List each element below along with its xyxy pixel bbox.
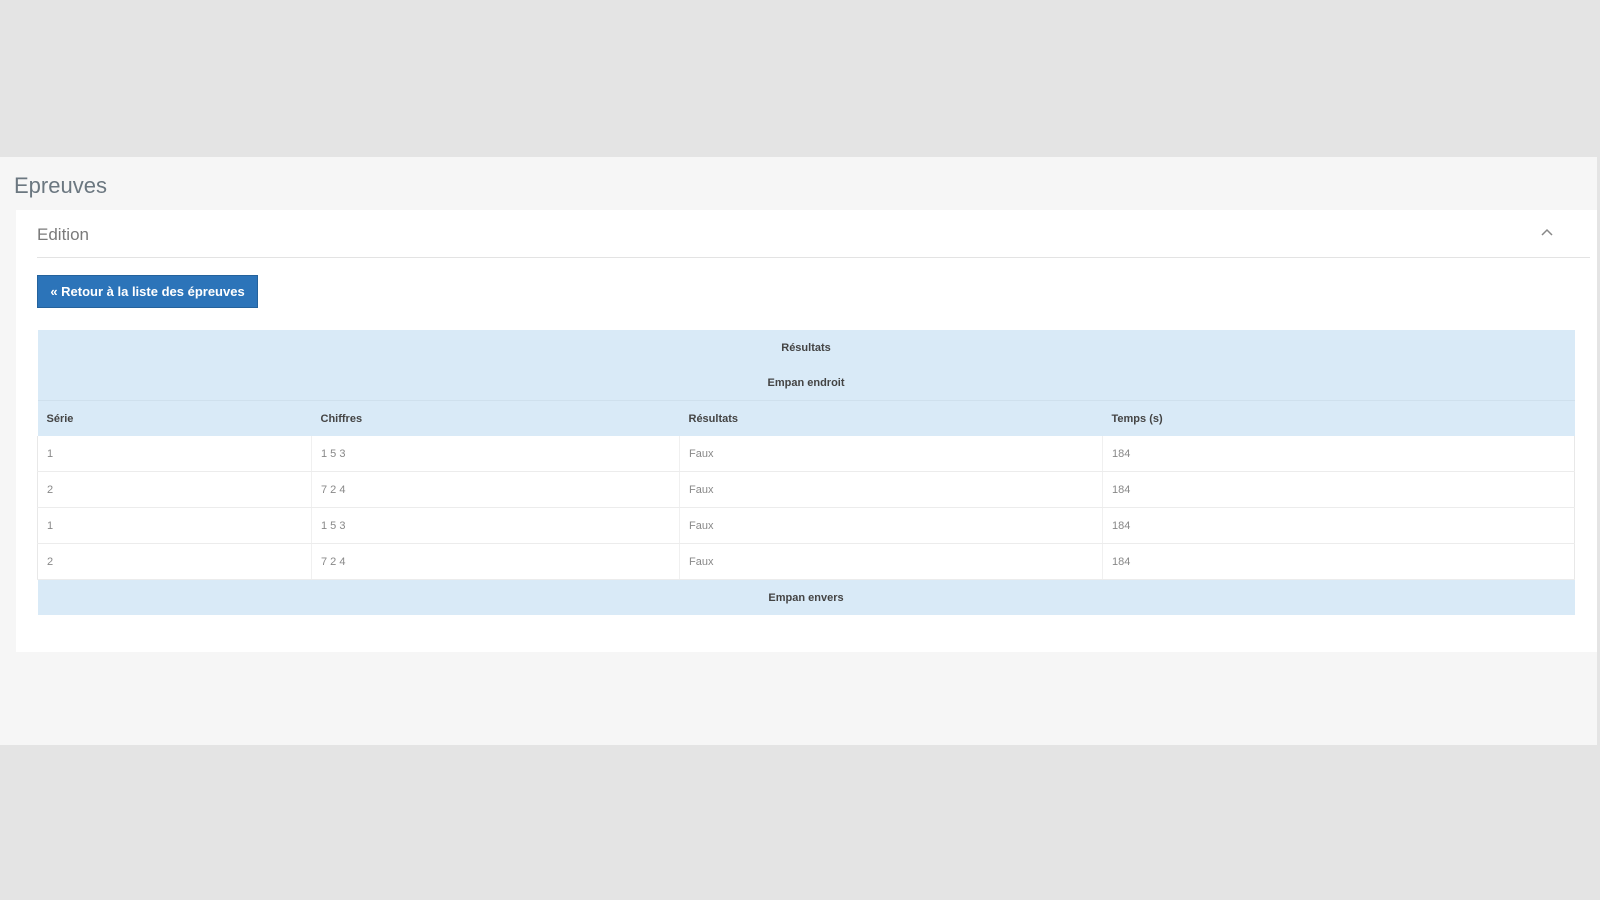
page-content: Epreuves Edition « Retour à la liste des… (0, 157, 1597, 745)
footer-section-title: Empan envers (37, 579, 1575, 615)
column-header-serie: Série (37, 400, 312, 436)
panel-header: Edition (37, 210, 1590, 258)
cell-serie: 2 (37, 471, 312, 508)
cell-serie: 2 (37, 543, 312, 580)
table-row: 2 7 2 4 Faux 184 (37, 471, 1576, 508)
chevron-up-icon[interactable] (1540, 226, 1554, 240)
cell-resultat: Faux (679, 507, 1103, 544)
cell-temps: 184 (1101, 471, 1576, 508)
panel-title: Edition (37, 225, 89, 244)
table-row: 1 1 5 3 Faux 184 (37, 436, 1576, 472)
column-header-chiffres: Chiffres (311, 400, 680, 436)
page-title: Epreuves (14, 173, 107, 198)
cell-serie: 1 (37, 507, 312, 544)
cell-chiffres: 1 5 3 (311, 507, 680, 544)
table-caption-row: Résultats (37, 330, 1575, 365)
cell-chiffres: 7 2 4 (311, 471, 680, 508)
section-title: Empan endroit (37, 365, 1575, 401)
column-header-resultats: Résultats (679, 400, 1103, 436)
edition-panel: Edition « Retour à la liste des épreuves… (16, 210, 1597, 652)
cell-resultat: Faux (679, 471, 1103, 508)
cell-chiffres: 1 5 3 (311, 436, 680, 472)
footer-section-row: Empan envers (37, 579, 1575, 615)
table-row: 2 7 2 4 Faux 184 (37, 543, 1576, 580)
table-caption: Résultats (37, 330, 1575, 365)
cell-resultat: Faux (679, 436, 1103, 472)
cell-temps: 184 (1101, 436, 1576, 472)
section-title-row: Empan endroit (37, 365, 1575, 401)
cell-resultat: Faux (679, 543, 1103, 580)
table-header-row: Série Chiffres Résultats Temps (s) (37, 400, 1575, 436)
cell-chiffres: 7 2 4 (311, 543, 680, 580)
cell-temps: 184 (1101, 507, 1576, 544)
cell-temps: 184 (1101, 543, 1576, 580)
column-header-temps: Temps (s) (1102, 400, 1575, 436)
back-to-list-button[interactable]: « Retour à la liste des épreuves (37, 275, 258, 308)
table-row: 1 1 5 3 Faux 184 (37, 507, 1576, 544)
results-table: Résultats Empan endroit Série Chiffres R… (37, 330, 1576, 615)
cell-serie: 1 (37, 436, 312, 472)
